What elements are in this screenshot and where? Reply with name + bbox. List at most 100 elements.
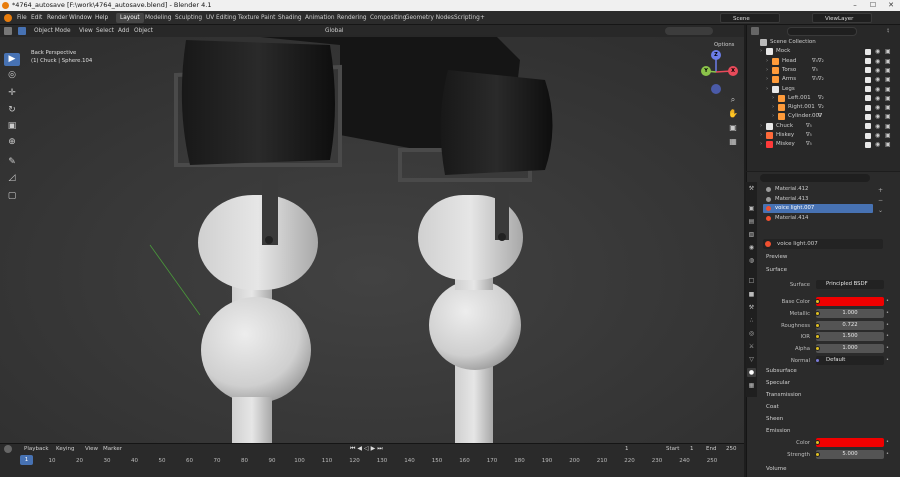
material-slot[interactable]: voice light.007 [763, 204, 873, 213]
outliner-row[interactable]: › Arms ∇₄∇₂ ◉ ▣ [747, 75, 900, 84]
material-name-field[interactable]: voice light.007 [777, 239, 818, 249]
menu-window[interactable]: Window [69, 11, 92, 25]
expand-arrow-icon[interactable]: › [760, 140, 762, 149]
menu-render[interactable]: Render [47, 11, 68, 25]
mode-selector[interactable]: Object Mode [34, 25, 71, 37]
keyframe-dot-icon[interactable]: • [886, 322, 889, 328]
filter-icon[interactable]: ⨟ [887, 26, 889, 35]
outliner-editor-icon[interactable] [751, 27, 759, 35]
expand-arrow-icon[interactable]: › [760, 122, 762, 131]
color-swatch-field[interactable] [816, 297, 884, 306]
editor-type-icon[interactable] [4, 27, 12, 35]
section-specular[interactable]: Specular [766, 379, 790, 388]
modifier-tab-icon[interactable]: ⚒ [747, 303, 756, 312]
keyframe-dot-icon[interactable]: • [886, 333, 889, 339]
outliner-row[interactable]: Scene Collection [747, 38, 900, 47]
maximize-button[interactable]: ☐ [864, 0, 882, 11]
outliner-panel[interactable]: ⨟ Scene Collection › Mock ◉ ▣ › Head ∇₄∇₂ ◉ ▣ › Tor… [746, 25, 900, 171]
socket-link-icon[interactable] [815, 452, 820, 457]
expand-arrow-icon[interactable]: › [766, 75, 768, 84]
select-box-icon[interactable] [18, 27, 26, 35]
render-camera-icon[interactable]: ▣ [885, 94, 891, 103]
view-layer-selector[interactable]: ViewLayer [812, 13, 872, 23]
rotate-tool-icon[interactable]: ↻ [4, 104, 20, 117]
material-tab-icon[interactable]: ● [747, 368, 756, 377]
section-emission[interactable]: Emission [766, 427, 790, 436]
menu-edit[interactable]: Edit [31, 11, 42, 25]
scale-tool-icon[interactable]: ▣ [4, 120, 20, 133]
property-value-field[interactable]: Default [816, 356, 884, 365]
outliner-row[interactable]: › Torso ∇₅ ◉ ▣ [747, 66, 900, 75]
outliner-row[interactable]: › Head ∇₄∇₂ ◉ ▣ [747, 57, 900, 66]
world-tab-icon[interactable]: ◍ [747, 256, 756, 265]
transform-orientation[interactable]: Global [325, 25, 344, 37]
pan-hand-icon[interactable]: ✋ [727, 108, 739, 120]
keyframe-dot-icon[interactable]: • [886, 439, 889, 445]
socket-link-icon[interactable] [815, 322, 820, 328]
expand-arrow-icon[interactable]: › [766, 66, 768, 75]
include-checkbox[interactable] [865, 132, 871, 139]
navigation-gizmo[interactable]: Z X Y [692, 48, 740, 96]
socket-link-icon[interactable] [815, 358, 820, 363]
constraints-tab-icon[interactable]: ⚔ [747, 342, 756, 351]
outliner-row[interactable]: › Legs ◉ ▣ [747, 85, 900, 94]
visibility-eye-icon[interactable]: ◉ [875, 140, 880, 149]
include-checkbox[interactable] [865, 104, 871, 111]
menu-timeline-view[interactable]: View [85, 443, 98, 455]
render-camera-icon[interactable]: ▣ [885, 140, 891, 149]
cursor-tool-icon[interactable]: ◎ [4, 69, 20, 82]
current-frame-field[interactable]: 1 [625, 443, 629, 455]
include-checkbox[interactable] [865, 123, 871, 130]
surface-shader-selector[interactable]: Principled BSDF [816, 280, 884, 289]
socket-link-icon[interactable] [815, 440, 820, 445]
property-value-field[interactable]: 1.500 [816, 332, 884, 342]
transform-tool-icon[interactable]: ⊕ [4, 136, 20, 149]
material-slot[interactable]: Material.414 [763, 214, 873, 223]
material-slot[interactable]: Material.412 [763, 185, 873, 194]
render-camera-icon[interactable]: ▣ [885, 122, 891, 131]
include-checkbox[interactable] [865, 113, 871, 120]
visibility-eye-icon[interactable]: ◉ [875, 85, 880, 94]
menu-file[interactable]: File [17, 11, 27, 25]
render-camera-icon[interactable]: ▣ [885, 103, 891, 112]
data-tab-icon[interactable]: ▽ [747, 355, 756, 364]
visibility-eye-icon[interactable]: ◉ [875, 94, 880, 103]
gizmo-neg-z[interactable] [711, 84, 721, 94]
gizmo-y-axis[interactable]: Y [701, 66, 711, 76]
menu-select[interactable]: Select [96, 25, 114, 37]
gizmo-z-axis[interactable]: Z [711, 50, 721, 60]
include-checkbox[interactable] [865, 141, 871, 148]
visibility-eye-icon[interactable]: ◉ [875, 66, 880, 75]
property-value-field[interactable]: 1.000 [816, 308, 884, 318]
object-tab-icon[interactable]: ■ [747, 290, 756, 299]
property-value-field[interactable]: 1.000 [816, 344, 884, 354]
tool-tab-icon[interactable]: ⚒ [747, 184, 756, 193]
outliner-row[interactable]: › Chuck ∇₅ ◉ ▣ [747, 122, 900, 131]
3d-viewport[interactable] [0, 25, 744, 443]
outliner-row[interactable]: › Cylinder.007 ∇ ◉ ▣ [747, 112, 900, 121]
keyframe-dot-icon[interactable]: • [886, 357, 889, 363]
texture-tab-icon[interactable]: ▦ [747, 381, 756, 390]
visibility-eye-icon[interactable]: ◉ [875, 112, 880, 121]
keyframe-dot-icon[interactable]: • [886, 298, 889, 304]
outliner-row[interactable]: › Right.001 ∇₂ ◉ ▣ [747, 103, 900, 112]
select-tool-icon[interactable]: ▶ [4, 53, 20, 66]
section-preview[interactable]: Preview [766, 253, 787, 262]
render-camera-icon[interactable]: ▣ [885, 47, 891, 56]
section-surface[interactable]: Surface [766, 266, 787, 275]
output-tab-icon[interactable]: ▤ [747, 217, 756, 226]
expand-arrow-icon[interactable]: › [766, 57, 768, 66]
property-value-field[interactable]: 0.722 [816, 320, 884, 330]
blender-menu-icon[interactable] [4, 14, 12, 22]
property-value-field[interactable]: 5.000 [816, 450, 884, 459]
outliner-row[interactable]: › Miskey ∇₅ ◉ ▣ [747, 140, 900, 149]
keyframe-dot-icon[interactable]: • [886, 310, 889, 316]
start-frame-field[interactable]: 1 [690, 443, 694, 455]
menu-keying[interactable]: Keying [56, 443, 74, 455]
visibility-eye-icon[interactable]: ◉ [875, 103, 880, 112]
camera-view-icon[interactable]: ▣ [727, 122, 739, 134]
render-camera-icon[interactable]: ▣ [885, 57, 891, 66]
expand-arrow-icon[interactable]: › [766, 85, 768, 94]
outliner-row[interactable]: › Mock ◉ ▣ [747, 47, 900, 56]
expand-arrow-icon[interactable]: › [772, 112, 774, 121]
